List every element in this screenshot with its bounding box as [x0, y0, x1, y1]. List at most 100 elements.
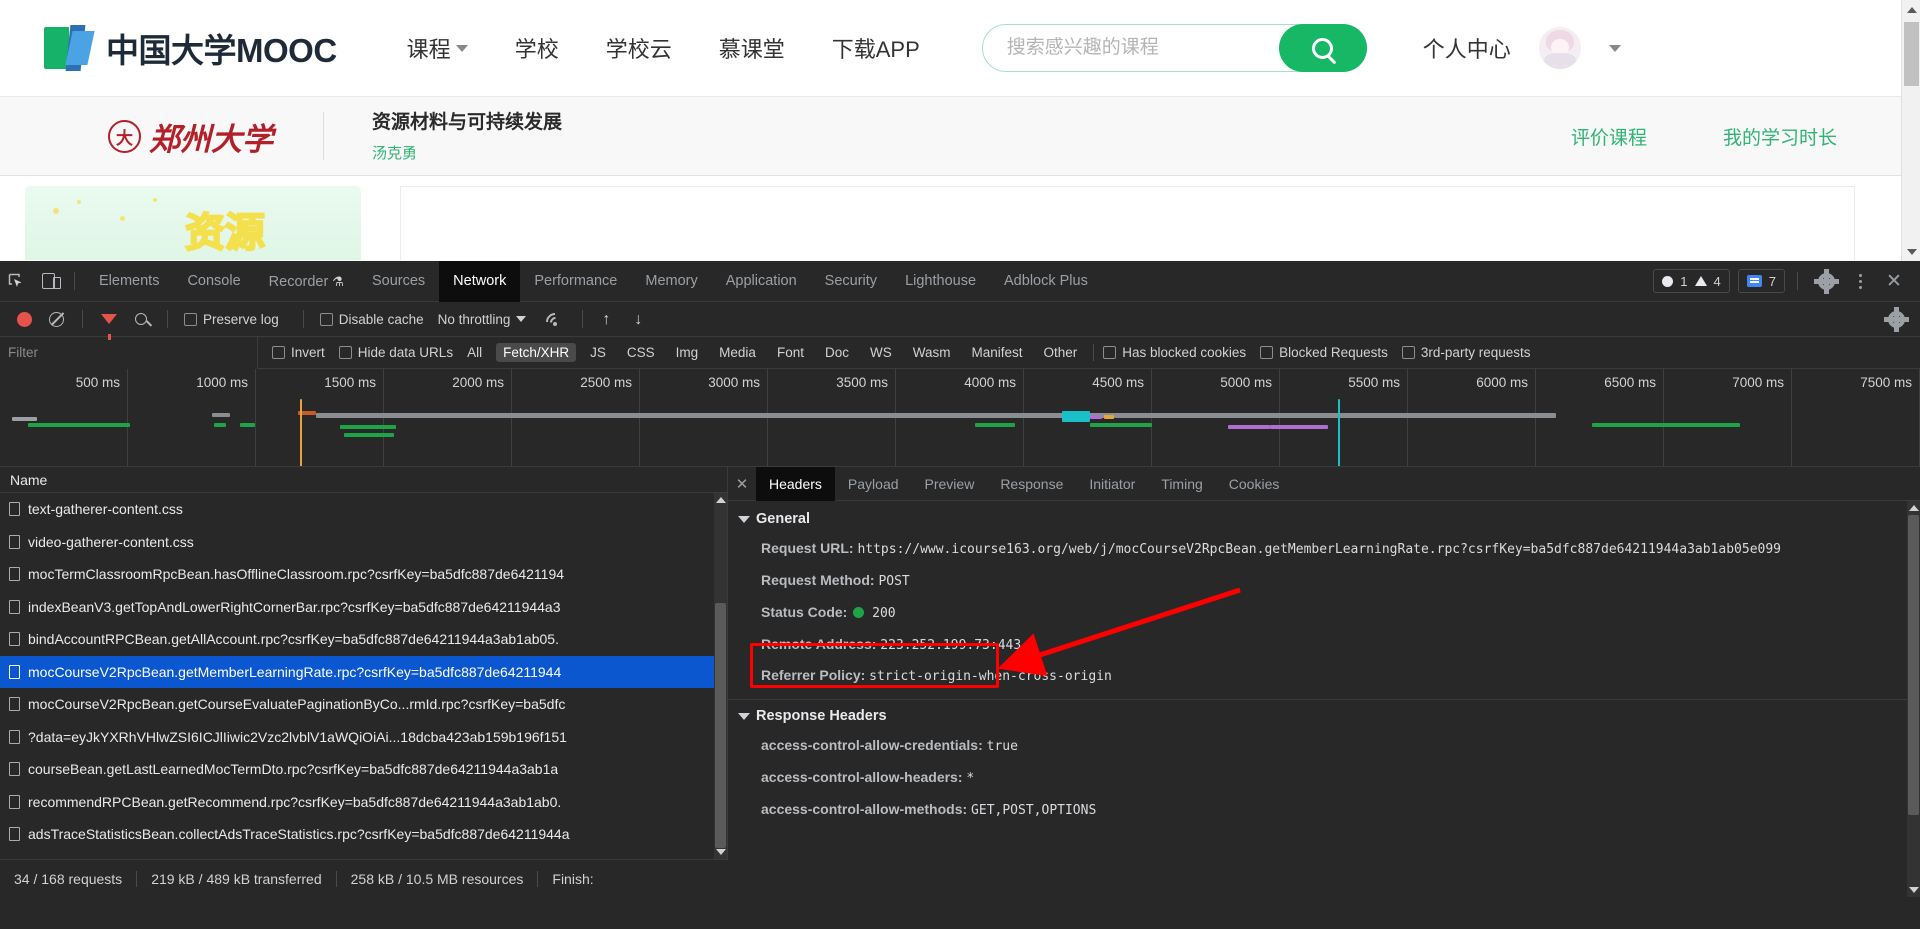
detail-tab-initiator[interactable]: Initiator [1076, 467, 1148, 501]
nav-item-download-app[interactable]: 下载APP [832, 32, 920, 64]
close-devtools-icon[interactable]: ✕ [1878, 266, 1910, 296]
disable-cache-checkbox[interactable]: Disable cache [319, 312, 424, 327]
scrollbar-thumb[interactable] [715, 603, 726, 848]
filter-type-manifest[interactable]: Manifest [964, 343, 1029, 362]
tab-application[interactable]: Application [712, 261, 811, 302]
tab-sources[interactable]: Sources [358, 261, 439, 302]
settings-gear-icon[interactable] [1810, 266, 1842, 296]
tab-memory[interactable]: Memory [631, 261, 711, 302]
more-options-icon[interactable] [1844, 266, 1876, 296]
tab-elements[interactable]: Elements [85, 261, 173, 302]
nav-item-courses[interactable]: 课程 [407, 32, 468, 64]
filter-funnel-icon[interactable] [93, 304, 125, 340]
user-center-link[interactable]: 个人中心 [1423, 32, 1511, 64]
inspect-element-icon[interactable] [0, 266, 32, 296]
course-banner-card[interactable]: 资源 [25, 186, 361, 260]
avatar[interactable] [1538, 27, 1581, 69]
scroll-up-icon[interactable] [714, 493, 727, 507]
detail-tab-headers[interactable]: Headers [756, 466, 835, 501]
invert-checkbox[interactable]: Invert [272, 345, 325, 360]
table-row[interactable]: mocCourseV2RpcBean.getCourseEvaluatePagi… [0, 688, 727, 721]
nav-item-school-cloud[interactable]: 学校云 [606, 32, 672, 64]
clear-network-log-icon[interactable] [40, 304, 72, 334]
table-row-selected[interactable]: mocCourseV2RpcBean.getMemberLearningRate… [0, 655, 727, 688]
scrollbar-thumb[interactable] [1908, 515, 1919, 815]
tab-security[interactable]: Security [811, 261, 891, 302]
hide-data-urls-checkbox[interactable]: Hide data URLs [338, 345, 453, 360]
table-row[interactable]: video-gatherer-content.css [0, 526, 727, 559]
search-requests-icon[interactable] [125, 304, 157, 334]
page-scrollbar[interactable] [1901, 0, 1920, 261]
response-headers-section-header[interactable]: Response Headers [728, 702, 1920, 730]
network-settings-gear-icon[interactable] [1880, 304, 1912, 334]
tab-performance[interactable]: Performance [520, 261, 631, 302]
search-button[interactable] [1278, 24, 1367, 72]
filter-type-css[interactable]: CSS [620, 343, 662, 362]
filter-type-ws[interactable]: WS [863, 343, 899, 362]
filter-type-wasm[interactable]: Wasm [906, 343, 958, 362]
record-button[interactable] [8, 304, 40, 334]
detail-tab-payload[interactable]: Payload [835, 467, 912, 501]
table-row[interactable]: text-gatherer-content.css [0, 493, 727, 526]
close-detail-icon[interactable]: ✕ [728, 475, 756, 493]
scroll-down-icon[interactable] [1902, 242, 1920, 261]
scroll-up-icon[interactable] [1902, 0, 1920, 19]
has-blocked-cookies-checkbox[interactable]: Has blocked cookies [1103, 345, 1246, 360]
tab-console[interactable]: Console [173, 261, 254, 302]
table-row[interactable]: courseBean.getLastLearnedMocTermDto.rpc?… [0, 753, 727, 786]
avatar-chevron-down-icon[interactable] [1608, 44, 1621, 52]
throttling-select[interactable]: No throttling [438, 312, 527, 327]
filter-type-other[interactable]: Other [1037, 343, 1085, 362]
evaluate-course-link[interactable]: 评价课程 [1571, 123, 1647, 150]
request-rows[interactable]: text-gatherer-content.css video-gatherer… [0, 493, 727, 859]
document-icon [9, 502, 20, 517]
filter-type-js[interactable]: JS [583, 343, 613, 362]
import-har-icon[interactable] [593, 304, 625, 334]
filter-type-media[interactable]: Media [712, 343, 763, 362]
tab-recorder[interactable]: Recorder ⚗ [255, 261, 358, 302]
filter-input[interactable] [0, 336, 258, 369]
network-overview-timeline[interactable]: 500 ms 1000 ms 1500 ms 2000 ms 2500 ms 3… [0, 369, 1920, 467]
scroll-up-icon[interactable] [1907, 501, 1920, 515]
messages-counter[interactable]: 7 [1737, 269, 1785, 293]
tab-lighthouse[interactable]: Lighthouse [891, 261, 990, 302]
blocked-requests-checkbox[interactable]: Blocked Requests [1260, 345, 1388, 360]
nav-item-schools[interactable]: 学校 [515, 32, 559, 64]
preserve-log-checkbox[interactable]: Preserve log [184, 312, 279, 327]
scroll-down-icon[interactable] [1907, 883, 1920, 897]
table-row[interactable]: bindAccountRPCBean.getAllAccount.rpc?csr… [0, 623, 727, 656]
third-party-requests-checkbox[interactable]: 3rd-party requests [1401, 345, 1530, 360]
nav-item-muketang[interactable]: 慕课堂 [719, 32, 785, 64]
detail-tab-cookies[interactable]: Cookies [1216, 467, 1293, 501]
detail-tab-preview[interactable]: Preview [912, 467, 988, 501]
general-section-header[interactable]: General [728, 505, 1920, 533]
detail-tab-response[interactable]: Response [987, 467, 1076, 501]
table-row[interactable]: recommendRPCBean.getRecommend.rpc?csrfKe… [0, 786, 727, 819]
tab-adblock-plus[interactable]: Adblock Plus [990, 261, 1102, 302]
filter-type-img[interactable]: Img [669, 343, 706, 362]
filter-type-doc[interactable]: Doc [818, 343, 856, 362]
site-logo[interactable]: 中国大学MOOC [44, 24, 337, 72]
timeline-bar [1592, 423, 1740, 427]
tab-network[interactable]: Network [439, 260, 521, 302]
network-conditions-icon[interactable] [540, 304, 572, 335]
table-row[interactable]: mocTermClassroomRpcBean.hasOfflineClassr… [0, 558, 727, 591]
my-study-time-link[interactable]: 我的学习时长 [1723, 123, 1837, 150]
detail-tab-timing[interactable]: Timing [1148, 467, 1216, 501]
scrollbar-thumb[interactable] [1904, 22, 1919, 86]
filter-type-font[interactable]: Font [770, 343, 811, 362]
table-row[interactable]: ?data=eyJkYXRhVHlwZSI6ICJlIiwic2Vzc2lvbl… [0, 721, 727, 754]
request-list-scrollbar[interactable] [714, 493, 727, 859]
course-teacher[interactable]: 汤克勇 [372, 142, 562, 163]
sep-3 [302, 310, 304, 328]
table-row[interactable]: adsTraceStatisticsBean.collectAdsTraceSt… [0, 818, 727, 851]
filter-type-all[interactable]: All [460, 343, 489, 362]
table-row[interactable]: indexBeanV3.getTopAndLowerRightCornerBar… [0, 591, 727, 624]
filter-type-fetch-xhr[interactable]: Fetch/XHR [496, 343, 577, 362]
issues-counters[interactable]: 1 4 [1653, 269, 1730, 293]
export-har-icon[interactable] [625, 304, 657, 334]
toggle-device-toolbar-icon[interactable] [32, 266, 64, 296]
request-list-header[interactable]: Name [0, 467, 727, 493]
scroll-down-icon[interactable] [714, 845, 727, 859]
detail-scrollbar[interactable] [1907, 501, 1920, 897]
